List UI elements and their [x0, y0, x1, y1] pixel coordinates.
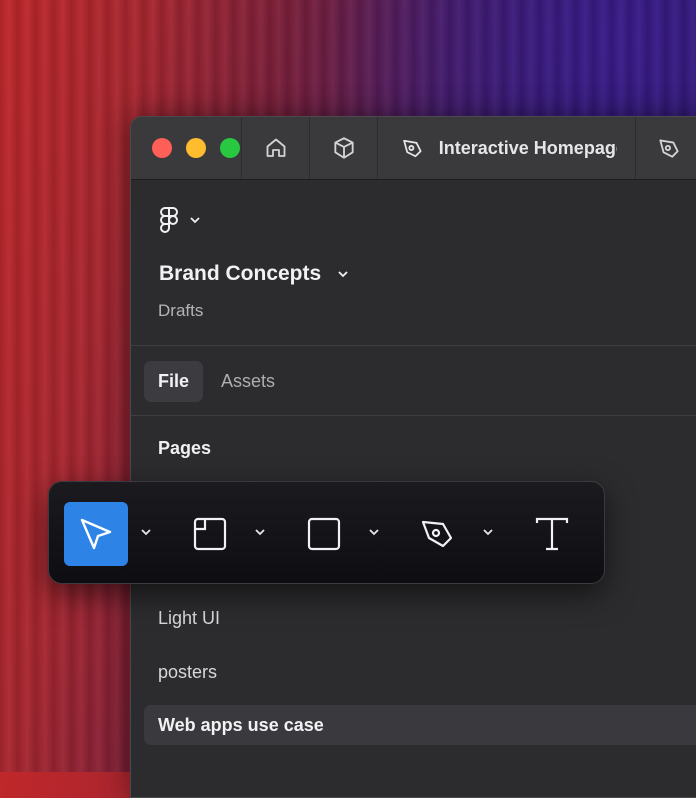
traffic-lights: [131, 117, 242, 179]
fullscreen-window-button[interactable]: [220, 138, 240, 158]
project-name: Brand Concepts: [159, 262, 322, 285]
chevron-down-icon: [338, 271, 348, 278]
project-title-row[interactable]: Brand Concepts: [159, 262, 349, 286]
community-button[interactable]: [310, 117, 378, 179]
shape-tool-menu-button[interactable]: [366, 524, 382, 540]
chevron-down-icon: [190, 217, 200, 224]
divider: [131, 345, 696, 346]
app-window: Interactive Homepage Brand Concepts Draf…: [130, 116, 696, 798]
chevron-down-icon: [141, 529, 151, 536]
page-item-selected[interactable]: Web apps use case: [144, 705, 696, 745]
chevron-down-icon: [255, 529, 265, 536]
tab-assets[interactable]: Assets: [207, 361, 289, 402]
minimize-window-button[interactable]: [186, 138, 206, 158]
move-pointer-icon: [80, 518, 112, 550]
file-tab-label: Interactive Homepage: [438, 137, 617, 158]
shape-tool-button[interactable]: [292, 502, 356, 566]
pen-tool-button[interactable]: [406, 502, 470, 566]
tools-toolbar: [48, 481, 605, 584]
text-icon: [535, 517, 569, 551]
main-menu-button[interactable]: [159, 206, 201, 234]
tab-file[interactable]: File: [144, 361, 204, 402]
chevron-down-icon: [369, 529, 379, 536]
divider: [131, 415, 696, 416]
file-tab[interactable]: Interactive Homepage: [378, 117, 636, 179]
figma-logo-icon: [160, 207, 178, 233]
chevron-down-icon: [483, 529, 493, 536]
title-bar: Interactive Homepage: [131, 117, 696, 180]
pages-heading: Pages: [158, 438, 212, 458]
rectangle-icon: [307, 517, 341, 551]
close-window-button[interactable]: [152, 138, 172, 158]
frame-tool-button[interactable]: [178, 502, 242, 566]
pen-tool-menu-button[interactable]: [480, 524, 496, 540]
project-location[interactable]: Drafts: [158, 301, 203, 321]
pen-icon: [659, 139, 679, 158]
home-icon: [266, 138, 285, 157]
page-item[interactable]: Light UI: [144, 598, 696, 638]
pen-icon: [403, 139, 422, 158]
home-button[interactable]: [242, 117, 310, 179]
page-item[interactable]: posters: [144, 652, 696, 692]
next-file-tab[interactable]: [636, 117, 682, 179]
frame-tool-menu-button[interactable]: [252, 524, 268, 540]
frame-icon: [193, 517, 227, 551]
move-tool-menu-button[interactable]: [138, 524, 154, 540]
text-tool-button[interactable]: [520, 502, 584, 566]
move-tool-button[interactable]: [64, 502, 128, 566]
cube-icon: [333, 137, 354, 159]
panel-tabs: File Assets: [144, 361, 289, 402]
pen-icon: [421, 520, 453, 548]
